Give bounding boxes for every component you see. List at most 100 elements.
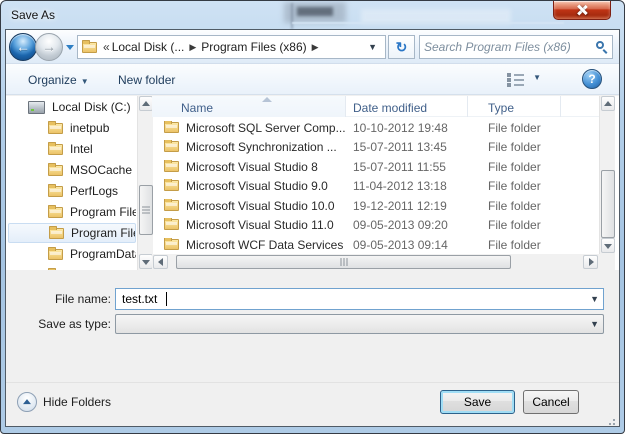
scroll-down-button[interactable]: [139, 254, 153, 269]
background-window-blur: [297, 7, 333, 16]
tree-scrollbar[interactable]: [137, 96, 153, 270]
background-window-edge: [291, 3, 293, 29]
address-bar[interactable]: « Local Disk (... ▶ Program Files (x86) …: [77, 35, 386, 59]
cancel-button[interactable]: Cancel: [523, 390, 579, 414]
triangle-right-icon: [589, 258, 594, 266]
footer-divider: [6, 382, 619, 383]
back-icon: ←: [16, 39, 30, 55]
breadcrumb-root[interactable]: Local Disk (...: [112, 40, 185, 54]
scroll-up-button[interactable]: [139, 96, 153, 111]
forward-button[interactable]: →: [35, 33, 63, 61]
folder-icon: [164, 239, 179, 250]
browse-pane: Local Disk (C:) inetpub Intel MSOCache P…: [6, 96, 619, 270]
folder-icon: [48, 207, 63, 218]
back-button[interactable]: ←: [9, 33, 37, 61]
column-header-spacer: [561, 96, 599, 117]
sidebar-item-program-files[interactable]: Program Files: [8, 202, 136, 222]
text-caret: [166, 292, 167, 306]
breadcrumb-overflow-chevron[interactable]: «: [103, 40, 110, 54]
folder-icon: [48, 270, 63, 271]
file-name-label: File name:: [6, 288, 111, 310]
column-header-type[interactable]: Type: [468, 96, 561, 117]
help-button[interactable]: ?: [582, 69, 602, 89]
search-icon[interactable]: [596, 41, 604, 49]
column-header-date-modified[interactable]: Date modified: [346, 96, 468, 117]
folder-icon: [164, 200, 179, 211]
folder-icon: [164, 161, 179, 172]
help-icon: ?: [588, 72, 595, 86]
views-icon: [507, 73, 511, 77]
refresh-icon: ↻: [396, 39, 408, 55]
folder-tree: Local Disk (C:) inetpub Intel MSOCache P…: [6, 96, 137, 270]
close-button[interactable]: [553, 1, 611, 20]
folder-icon: [164, 141, 179, 152]
chevron-down-icon[interactable]: ▼: [590, 289, 599, 309]
table-row[interactable]: Microsoft Visual Studio 8 15-07-2011 11:…: [152, 157, 599, 176]
save-as-type-combobox[interactable]: ▼: [115, 314, 604, 334]
chevron-right-icon[interactable]: ▶: [189, 42, 196, 53]
sidebar-item-msocache[interactable]: MSOCache: [8, 160, 136, 180]
dialog-client-area: ← → « Local Disk (... ▶ Program Files (x…: [5, 29, 620, 427]
column-header-name[interactable]: Name: [152, 96, 346, 117]
navigation-bar: ← → « Local Disk (... ▶ Program Files (x…: [6, 30, 619, 64]
sidebar-item-perflogs[interactable]: PerfLogs: [8, 181, 136, 201]
sidebar-item-programdata[interactable]: ProgramData: [8, 244, 136, 264]
chevron-down-icon: ▼: [81, 77, 89, 86]
save-as-type-label: Save as type:: [6, 313, 111, 335]
organize-button[interactable]: Organize▼: [22, 70, 95, 90]
scroll-left-button[interactable]: [153, 255, 168, 269]
list-vscrollbar-thumb[interactable]: [601, 170, 615, 238]
new-folder-button[interactable]: New folder: [112, 70, 181, 90]
file-name-combobox[interactable]: ▼: [115, 288, 604, 310]
table-row[interactable]: Microsoft Visual Studio 10.0 19-12-2011 …: [152, 196, 599, 215]
breadcrumb-current[interactable]: Program Files (x86): [201, 40, 306, 54]
chevron-down-icon: ▼: [533, 73, 541, 82]
folder-icon: [49, 228, 64, 239]
triangle-down-icon: [604, 244, 612, 249]
list-vertical-scrollbar[interactable]: [599, 96, 615, 254]
chevron-right-icon[interactable]: ▶: [312, 42, 319, 53]
hide-folders-button[interactable]: Hide Folders: [17, 390, 111, 414]
sidebar-item-program-files-x86-selected[interactable]: Program Files: [8, 223, 136, 243]
triangle-up-icon: [604, 101, 612, 106]
folder-icon: [164, 122, 179, 133]
list-hscrollbar-thumb[interactable]: [176, 255, 511, 269]
sidebar-item-intel[interactable]: Intel: [8, 139, 136, 159]
folder-icon: [48, 165, 63, 176]
new-folder-label: New folder: [118, 73, 175, 87]
sidebar-item-inetpub[interactable]: inetpub: [8, 118, 136, 138]
list-horizontal-scrollbar[interactable]: [152, 254, 599, 270]
drive-icon: [28, 101, 45, 114]
table-row[interactable]: Microsoft Visual Studio 11.0 09-05-2013 …: [152, 215, 599, 234]
folder-icon: [82, 42, 97, 53]
table-row[interactable]: Microsoft Visual Studio 9.0 11-04-2012 1…: [152, 176, 599, 195]
sidebar-item-local-disk[interactable]: Local Disk (C:): [8, 97, 136, 117]
change-view-button[interactable]: ▼: [503, 70, 543, 90]
table-row[interactable]: Microsoft WCF Data Services 09-05-2013 0…: [152, 235, 599, 254]
collapse-up-icon: [17, 392, 37, 412]
recent-locations-chevron-icon[interactable]: [66, 45, 74, 50]
scroll-up-button[interactable]: [601, 96, 615, 111]
scroll-down-button[interactable]: [601, 238, 615, 253]
folder-icon: [48, 186, 63, 197]
folder-icon: [48, 249, 63, 260]
search-input[interactable]: [422, 38, 588, 56]
tree-scrollbar-thumb[interactable]: [139, 185, 153, 235]
table-row[interactable]: Microsoft Synchronization ... 15-07-2011…: [152, 137, 599, 156]
search-box[interactable]: [419, 35, 613, 59]
scroll-right-button[interactable]: [583, 255, 598, 269]
triangle-up-icon: [142, 101, 150, 106]
table-row[interactable]: Microsoft SQL Server Comp... 10-10-2012 …: [152, 118, 599, 137]
title-bar[interactable]: Save As: [1, 1, 624, 29]
sort-ascending-icon: [262, 97, 272, 102]
sidebar-item-raidtool[interactable]: RaidTool: [8, 265, 136, 270]
refresh-button[interactable]: ↻: [388, 35, 415, 59]
scrollbar-corner: [599, 254, 615, 270]
chevron-down-icon[interactable]: ▼: [590, 314, 599, 334]
resize-grip[interactable]: [606, 416, 615, 425]
file-list-header: Name Date modified Type: [152, 96, 599, 117]
file-name-input[interactable]: [116, 289, 584, 309]
save-button[interactable]: Save: [440, 390, 515, 414]
triangle-left-icon: [158, 258, 163, 266]
address-dropdown-icon[interactable]: ▼: [364, 42, 381, 52]
